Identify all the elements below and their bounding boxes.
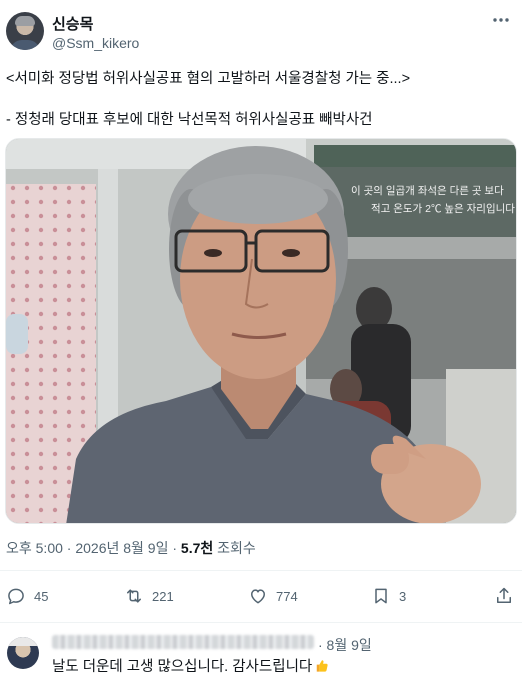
tweet-text-line-1: <서미화 정당법 허위사실공표 혐의 고발하러 서울경찰청 가는 중...> <box>6 71 411 87</box>
view-count: 5.7천 <box>180 540 214 556</box>
like-button[interactable]: 774 <box>248 586 298 606</box>
repost-count: 221 <box>152 588 174 604</box>
bookmark-count: 3 <box>399 588 407 604</box>
reply-button[interactable]: 45 <box>6 586 48 606</box>
heart-icon <box>251 589 265 604</box>
repost-icon <box>127 589 141 603</box>
bookmark-icon <box>375 588 387 604</box>
selfie-subway-image: 이 곳의 일곱개 좌석은 다른 곳 보다 적고 온도가 2℃ 높은 자리입니다 <box>6 139 516 523</box>
reply-text: 날도 더운데 고생 많으십니다. 감사드립니다 <box>52 655 329 676</box>
divider <box>0 570 522 571</box>
reply-tweet[interactable]: · 8월 9일 날도 더운데 고생 많으십니다. 감사드립니다 <box>0 623 522 678</box>
tweet-photo[interactable]: 이 곳의 일곱개 좌석은 다른 곳 보다 적고 온도가 2℃ 높은 자리입니다 <box>5 138 517 524</box>
like-count: 774 <box>276 588 298 604</box>
timestamp-row: 오후 5:00 · 2026년 8월 9일 · 5.7천 조회수 <box>6 538 256 558</box>
author-name[interactable]: 신승목 <box>52 13 93 34</box>
reply-icon <box>8 588 24 605</box>
reply-count: 45 <box>34 588 49 604</box>
reply-avatar[interactable] <box>7 637 39 669</box>
avatar-band <box>7 637 39 646</box>
avatar-hair <box>15 16 35 26</box>
redacted-username <box>52 635 314 649</box>
bookmark-button[interactable]: 3 <box>371 586 406 606</box>
sign-text-2: 적고 온도가 2℃ 높은 자리입니다 <box>371 202 515 215</box>
reply-text-content: 날도 더운데 고생 많으십니다. 감사드립니다 <box>52 659 313 675</box>
avatar-shirt <box>10 40 40 50</box>
share-icon <box>497 587 511 603</box>
repost-button[interactable]: 221 <box>124 586 174 606</box>
thumbs-up-emoji-icon <box>317 660 328 672</box>
more-horizontal-icon <box>493 18 509 22</box>
view-label: 조회수 <box>213 540 256 556</box>
reply-date[interactable]: · 8월 9일 <box>318 635 372 655</box>
share-button[interactable] <box>494 586 514 606</box>
sign-text-1: 이 곳의 일곱개 좌석은 다른 곳 보다 <box>351 184 504 197</box>
post-time[interactable]: 오후 5:00 · 2026년 8월 9일 · <box>6 540 181 556</box>
author-handle[interactable]: @Ssm_kikero <box>52 35 139 51</box>
more-options-icon[interactable] <box>491 10 511 35</box>
author-avatar[interactable] <box>6 12 44 50</box>
tweet-text-line-2: - 정청래 당대표 후보에 대한 낙선목적 허위사실공표 빼박사건 <box>6 112 373 128</box>
